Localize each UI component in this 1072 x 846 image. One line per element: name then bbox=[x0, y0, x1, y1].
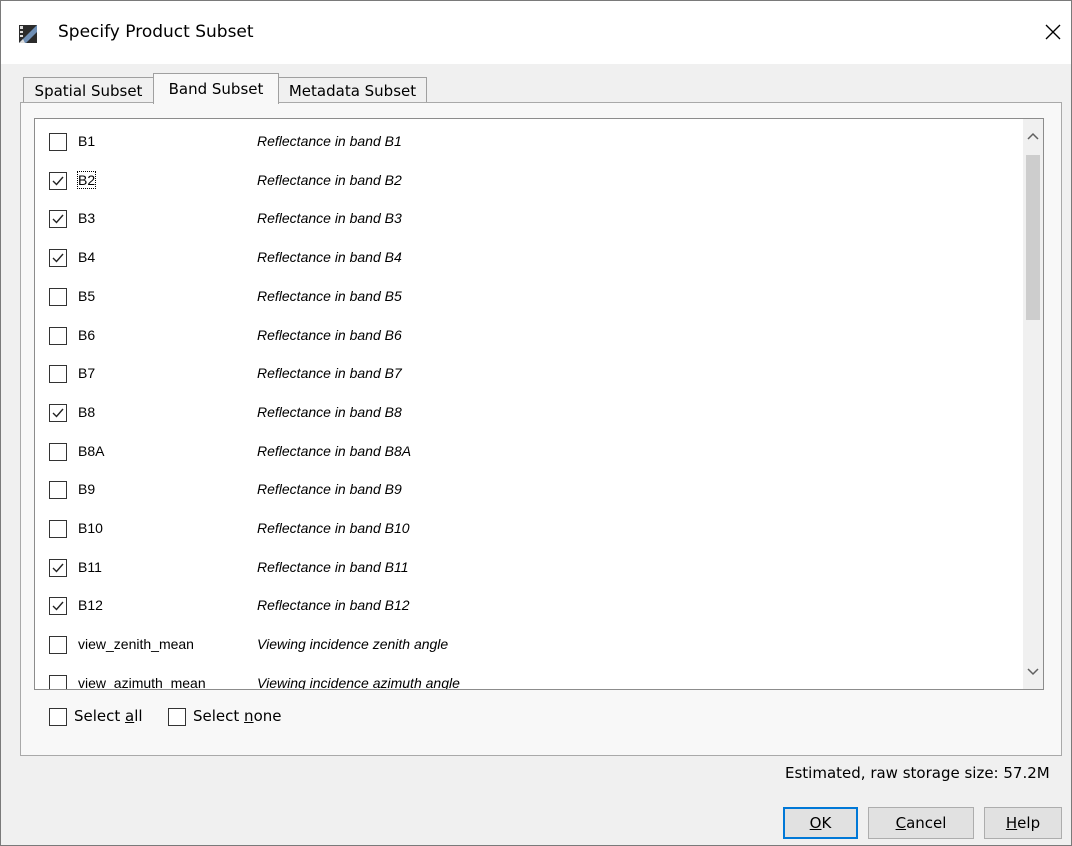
select-all-label[interactable]: Select all bbox=[74, 707, 143, 725]
band-description: Reflectance in band B4 bbox=[257, 249, 402, 266]
band-name: view_azimuth_mean bbox=[78, 674, 206, 690]
band-checkbox[interactable] bbox=[49, 171, 67, 190]
band-checkbox[interactable] bbox=[49, 287, 67, 306]
band-row[interactable]: B10 Reflectance in band B10 bbox=[35, 510, 1025, 548]
band-name: B8 bbox=[78, 403, 96, 420]
close-icon bbox=[1045, 24, 1061, 40]
band-checkbox[interactable] bbox=[49, 249, 67, 268]
band-list: B1 Reflectance in band B1 B2 Reflectance in… bbox=[34, 118, 1044, 690]
storage-size-label: Estimated, raw storage size: 57.2M bbox=[785, 764, 1050, 782]
band-description: Reflectance in band B5 bbox=[257, 287, 402, 304]
band-checkbox[interactable] bbox=[49, 403, 67, 422]
checkmark-icon bbox=[52, 408, 64, 418]
band-name: B1 bbox=[78, 133, 96, 149]
scroll-down-button[interactable] bbox=[1023, 661, 1043, 683]
band-row[interactable]: B8A Reflectance in band B8A bbox=[35, 433, 1025, 471]
band-description: Reflectance in band B8 bbox=[257, 403, 402, 420]
band-checkbox[interactable] bbox=[49, 326, 67, 345]
band-row[interactable]: view_zenith_mean Viewing incidence zenith… bbox=[35, 626, 1025, 664]
band-row[interactable]: B1 Reflectance in band B1 bbox=[35, 123, 1025, 161]
tab-label: Spatial Subset bbox=[34, 81, 143, 100]
band-name: B5 bbox=[78, 287, 96, 304]
help-button[interactable]: Help bbox=[984, 807, 1062, 839]
ok-button[interactable]: OK bbox=[783, 807, 858, 839]
band-checkbox[interactable] bbox=[49, 597, 67, 616]
band-checkbox[interactable] bbox=[49, 674, 67, 689]
band-row[interactable]: B12 Reflectance in band B12 bbox=[35, 587, 1025, 625]
band-row[interactable]: B11 Reflectance in band B11 bbox=[35, 549, 1025, 587]
band-checkbox[interactable] bbox=[49, 442, 67, 461]
scroll-thumb[interactable] bbox=[1026, 155, 1040, 320]
band-checkbox[interactable] bbox=[49, 481, 67, 500]
band-name: B10 bbox=[78, 520, 103, 536]
band-checkbox[interactable] bbox=[49, 210, 67, 229]
chevron-down-icon bbox=[1027, 668, 1039, 676]
band-row[interactable]: B4 Reflectance in band B4 bbox=[35, 239, 1025, 277]
band-description: Reflectance in band B7 bbox=[257, 365, 402, 382]
band-checkbox[interactable] bbox=[49, 133, 67, 151]
snap-app-icon bbox=[19, 25, 37, 43]
tab-label: Band Subset bbox=[168, 80, 264, 98]
checkmark-icon bbox=[52, 176, 64, 186]
dialog-window: Specify Product Subset Spatial Subset Ba… bbox=[0, 0, 1072, 846]
checkmark-icon bbox=[52, 601, 64, 611]
checkmark-icon bbox=[52, 214, 64, 224]
cancel-button[interactable]: Cancel bbox=[868, 807, 974, 839]
band-checkbox[interactable] bbox=[49, 558, 67, 577]
vertical-scrollbar[interactable] bbox=[1023, 119, 1043, 689]
band-checkbox[interactable] bbox=[49, 636, 67, 655]
checkmark-icon bbox=[52, 253, 64, 263]
band-row[interactable]: B5 Reflectance in band B5 bbox=[35, 278, 1025, 316]
title-bar: Specify Product Subset bbox=[1, 1, 1071, 64]
chevron-up-icon bbox=[1027, 132, 1039, 140]
band-row[interactable]: view_azimuth_mean Viewing incidence azimu… bbox=[35, 665, 1025, 690]
band-name: B2 bbox=[76, 170, 97, 189]
band-name: view_zenith_mean bbox=[78, 636, 194, 653]
band-name: B11 bbox=[78, 558, 102, 575]
band-description: Reflectance in band B9 bbox=[257, 481, 402, 498]
band-description: Reflectance in band B10 bbox=[257, 520, 410, 536]
band-description: Reflectance in band B2 bbox=[257, 171, 402, 188]
tab-metadata-subset[interactable]: Metadata Subset bbox=[278, 77, 427, 103]
band-description: Reflectance in band B6 bbox=[257, 326, 402, 343]
band-row[interactable]: B7 Reflectance in band B7 bbox=[35, 355, 1025, 393]
close-button[interactable] bbox=[1038, 17, 1068, 47]
select-none-label[interactable]: Select none bbox=[193, 707, 281, 725]
select-all-checkbox[interactable] bbox=[49, 708, 67, 726]
band-description: Reflectance in band B3 bbox=[257, 210, 402, 227]
band-row[interactable]: B8 Reflectance in band B8 bbox=[35, 394, 1025, 432]
band-description: Viewing incidence zenith angle bbox=[257, 636, 449, 653]
band-name: B12 bbox=[78, 597, 103, 614]
band-row[interactable]: B6 Reflectance in band B6 bbox=[35, 317, 1025, 355]
band-checkbox[interactable] bbox=[49, 520, 67, 538]
band-description: Reflectance in band B12 bbox=[257, 597, 410, 614]
band-row[interactable]: B2 Reflectance in band B2 bbox=[35, 162, 1025, 200]
band-name: B7 bbox=[78, 365, 96, 382]
select-none-checkbox[interactable] bbox=[168, 708, 186, 726]
band-name: B4 bbox=[78, 249, 96, 266]
dialog-title: Specify Product Subset bbox=[58, 22, 254, 42]
band-row[interactable]: B9 Reflectance in band B9 bbox=[35, 471, 1025, 509]
band-name: B8A bbox=[78, 442, 105, 459]
band-description: Reflectance in band B11 bbox=[257, 558, 409, 575]
checkmark-icon bbox=[52, 563, 64, 573]
band-description: Viewing incidence azimuth angle bbox=[257, 674, 460, 690]
scroll-up-button[interactable] bbox=[1023, 125, 1043, 147]
band-name: B3 bbox=[78, 210, 96, 227]
tab-spatial-subset[interactable]: Spatial Subset bbox=[23, 77, 154, 103]
tab-band-subset[interactable]: Band Subset bbox=[153, 73, 279, 104]
band-name: B6 bbox=[78, 326, 96, 343]
tab-label: Metadata Subset bbox=[288, 81, 417, 100]
band-description: Reflectance in band B1 bbox=[257, 133, 402, 149]
band-checkbox[interactable] bbox=[49, 365, 67, 384]
band-description: Reflectance in band B8A bbox=[257, 442, 412, 459]
band-name: B9 bbox=[78, 481, 96, 498]
band-row[interactable]: B3 Reflectance in band B3 bbox=[35, 200, 1025, 238]
